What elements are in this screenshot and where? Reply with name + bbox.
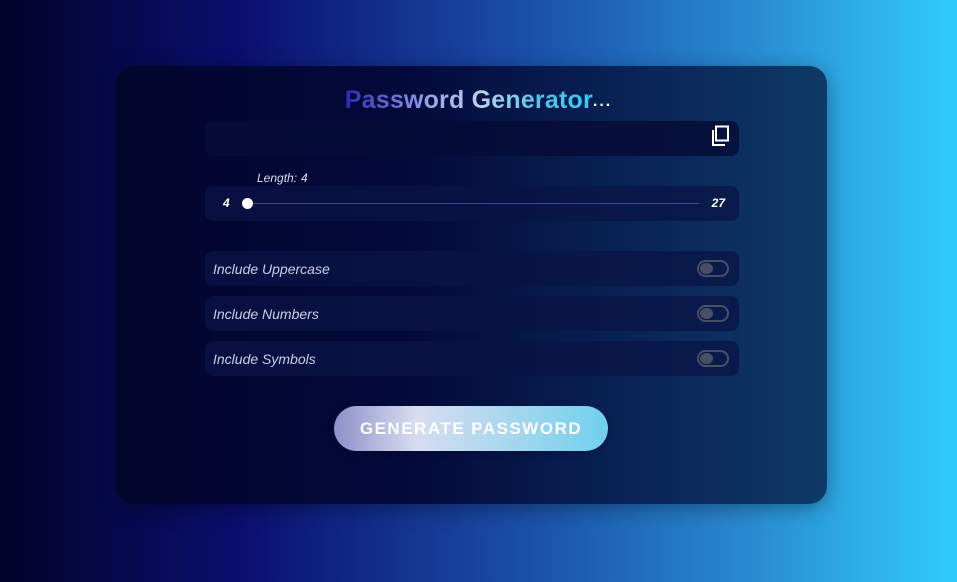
length-label-text: Length: [257,171,298,185]
title-dots: ... [592,93,613,110]
title-text: Password Generator [344,86,593,114]
numbers-toggle[interactable] [697,305,729,322]
toggle-knob [700,263,713,274]
option-uppercase: Include Uppercase [205,251,739,286]
slider-max-label: 27 [711,196,725,210]
slider-thumb[interactable] [242,198,253,209]
page-title: Password Generator... [0,86,957,115]
toggle-knob [700,308,713,319]
length-label: Length: 4 [257,171,308,185]
length-slider[interactable] [242,198,699,209]
uppercase-toggle[interactable] [697,260,729,277]
symbols-toggle[interactable] [697,350,729,367]
length-slider-row: 4 27 [205,186,739,221]
copy-icon[interactable] [710,125,730,147]
option-symbols: Include Symbols [205,341,739,376]
option-uppercase-label: Include Uppercase [213,261,330,277]
toggle-knob [700,353,713,364]
option-numbers-label: Include Numbers [213,306,319,322]
option-symbols-label: Include Symbols [213,351,316,367]
option-numbers: Include Numbers [205,296,739,331]
password-output [205,121,739,156]
generate-password-button[interactable]: GENERATE PASSWORD [334,406,608,451]
slider-min-label: 4 [223,196,230,210]
length-value: 4 [301,171,308,185]
